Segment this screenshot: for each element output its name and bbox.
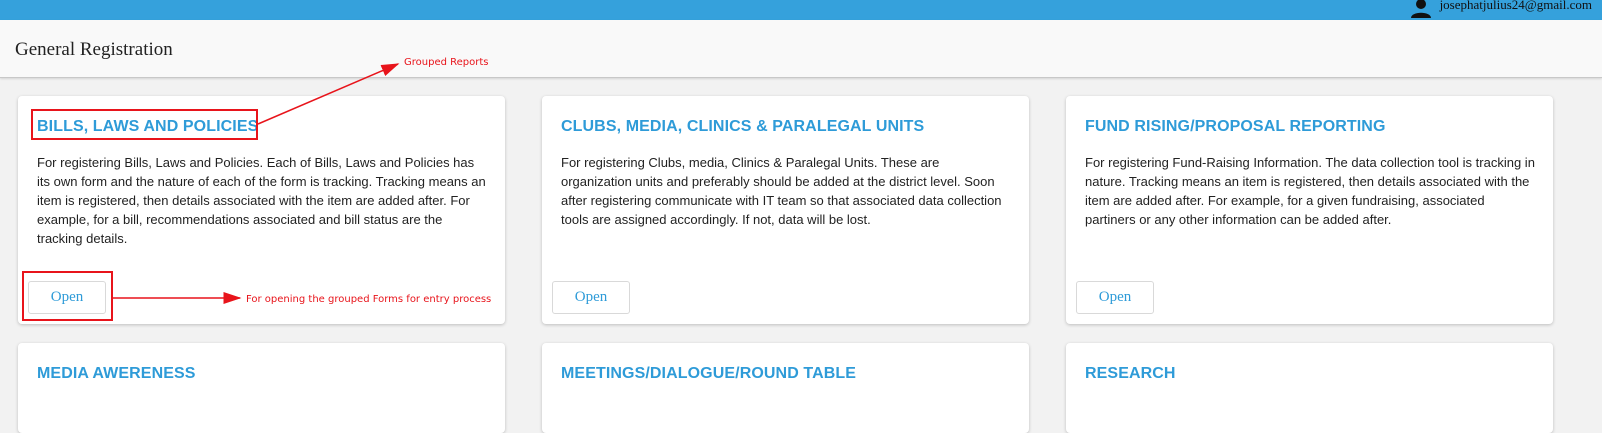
card-title[interactable]: CLUBS, MEDIA, CLINICS & PARALEGAL UNITS	[561, 118, 924, 136]
annotation-grouped-reports: Grouped Reports	[404, 57, 489, 68]
card-title[interactable]: RESEARCH	[1085, 365, 1176, 383]
card-title[interactable]: MEETINGS/DIALOGUE/ROUND TABLE	[561, 365, 856, 383]
user-menu[interactable]: josephatjulius24@gmail.com	[1410, 0, 1592, 20]
card-research: RESEARCH	[1066, 343, 1553, 433]
card-title[interactable]: MEDIA AWERENESS	[37, 365, 196, 383]
open-button[interactable]: Open	[28, 281, 106, 314]
annotation-open-forms: For opening the grouped Forms for entry …	[246, 294, 492, 305]
card-title[interactable]: BILLS, LAWS AND POLICIES	[37, 118, 258, 136]
page-title: General Registration	[15, 39, 173, 60]
card-bills-laws-policies: BILLS, LAWS AND POLICIES For registering…	[18, 96, 505, 324]
card-media-awereness: MEDIA AWERENESS	[18, 343, 505, 433]
open-button[interactable]: Open	[552, 281, 630, 314]
open-button[interactable]: Open	[1076, 281, 1154, 314]
user-email: josephatjulius24@gmail.com	[1439, 0, 1592, 12]
card-fund-rising: FUND RISING/PROPOSAL REPORTING For regis…	[1066, 96, 1553, 324]
user-avatar-icon	[1410, 0, 1431, 18]
card-description: For registering Bills, Laws and Policies…	[37, 155, 486, 246]
card-description: For registering Fund-Raising Information…	[1085, 155, 1535, 227]
card-title[interactable]: FUND RISING/PROPOSAL REPORTING	[1085, 118, 1386, 136]
card-meetings-dialogue: MEETINGS/DIALOGUE/ROUND TABLE	[542, 343, 1029, 433]
card-description: For registering Clubs, media, Clinics & …	[561, 155, 1002, 227]
card-clubs-media-clinics: CLUBS, MEDIA, CLINICS & PARALEGAL UNITS …	[542, 96, 1029, 324]
page-header: General Registration	[0, 20, 1602, 78]
top-bar: josephatjulius24@gmail.com	[0, 0, 1602, 20]
